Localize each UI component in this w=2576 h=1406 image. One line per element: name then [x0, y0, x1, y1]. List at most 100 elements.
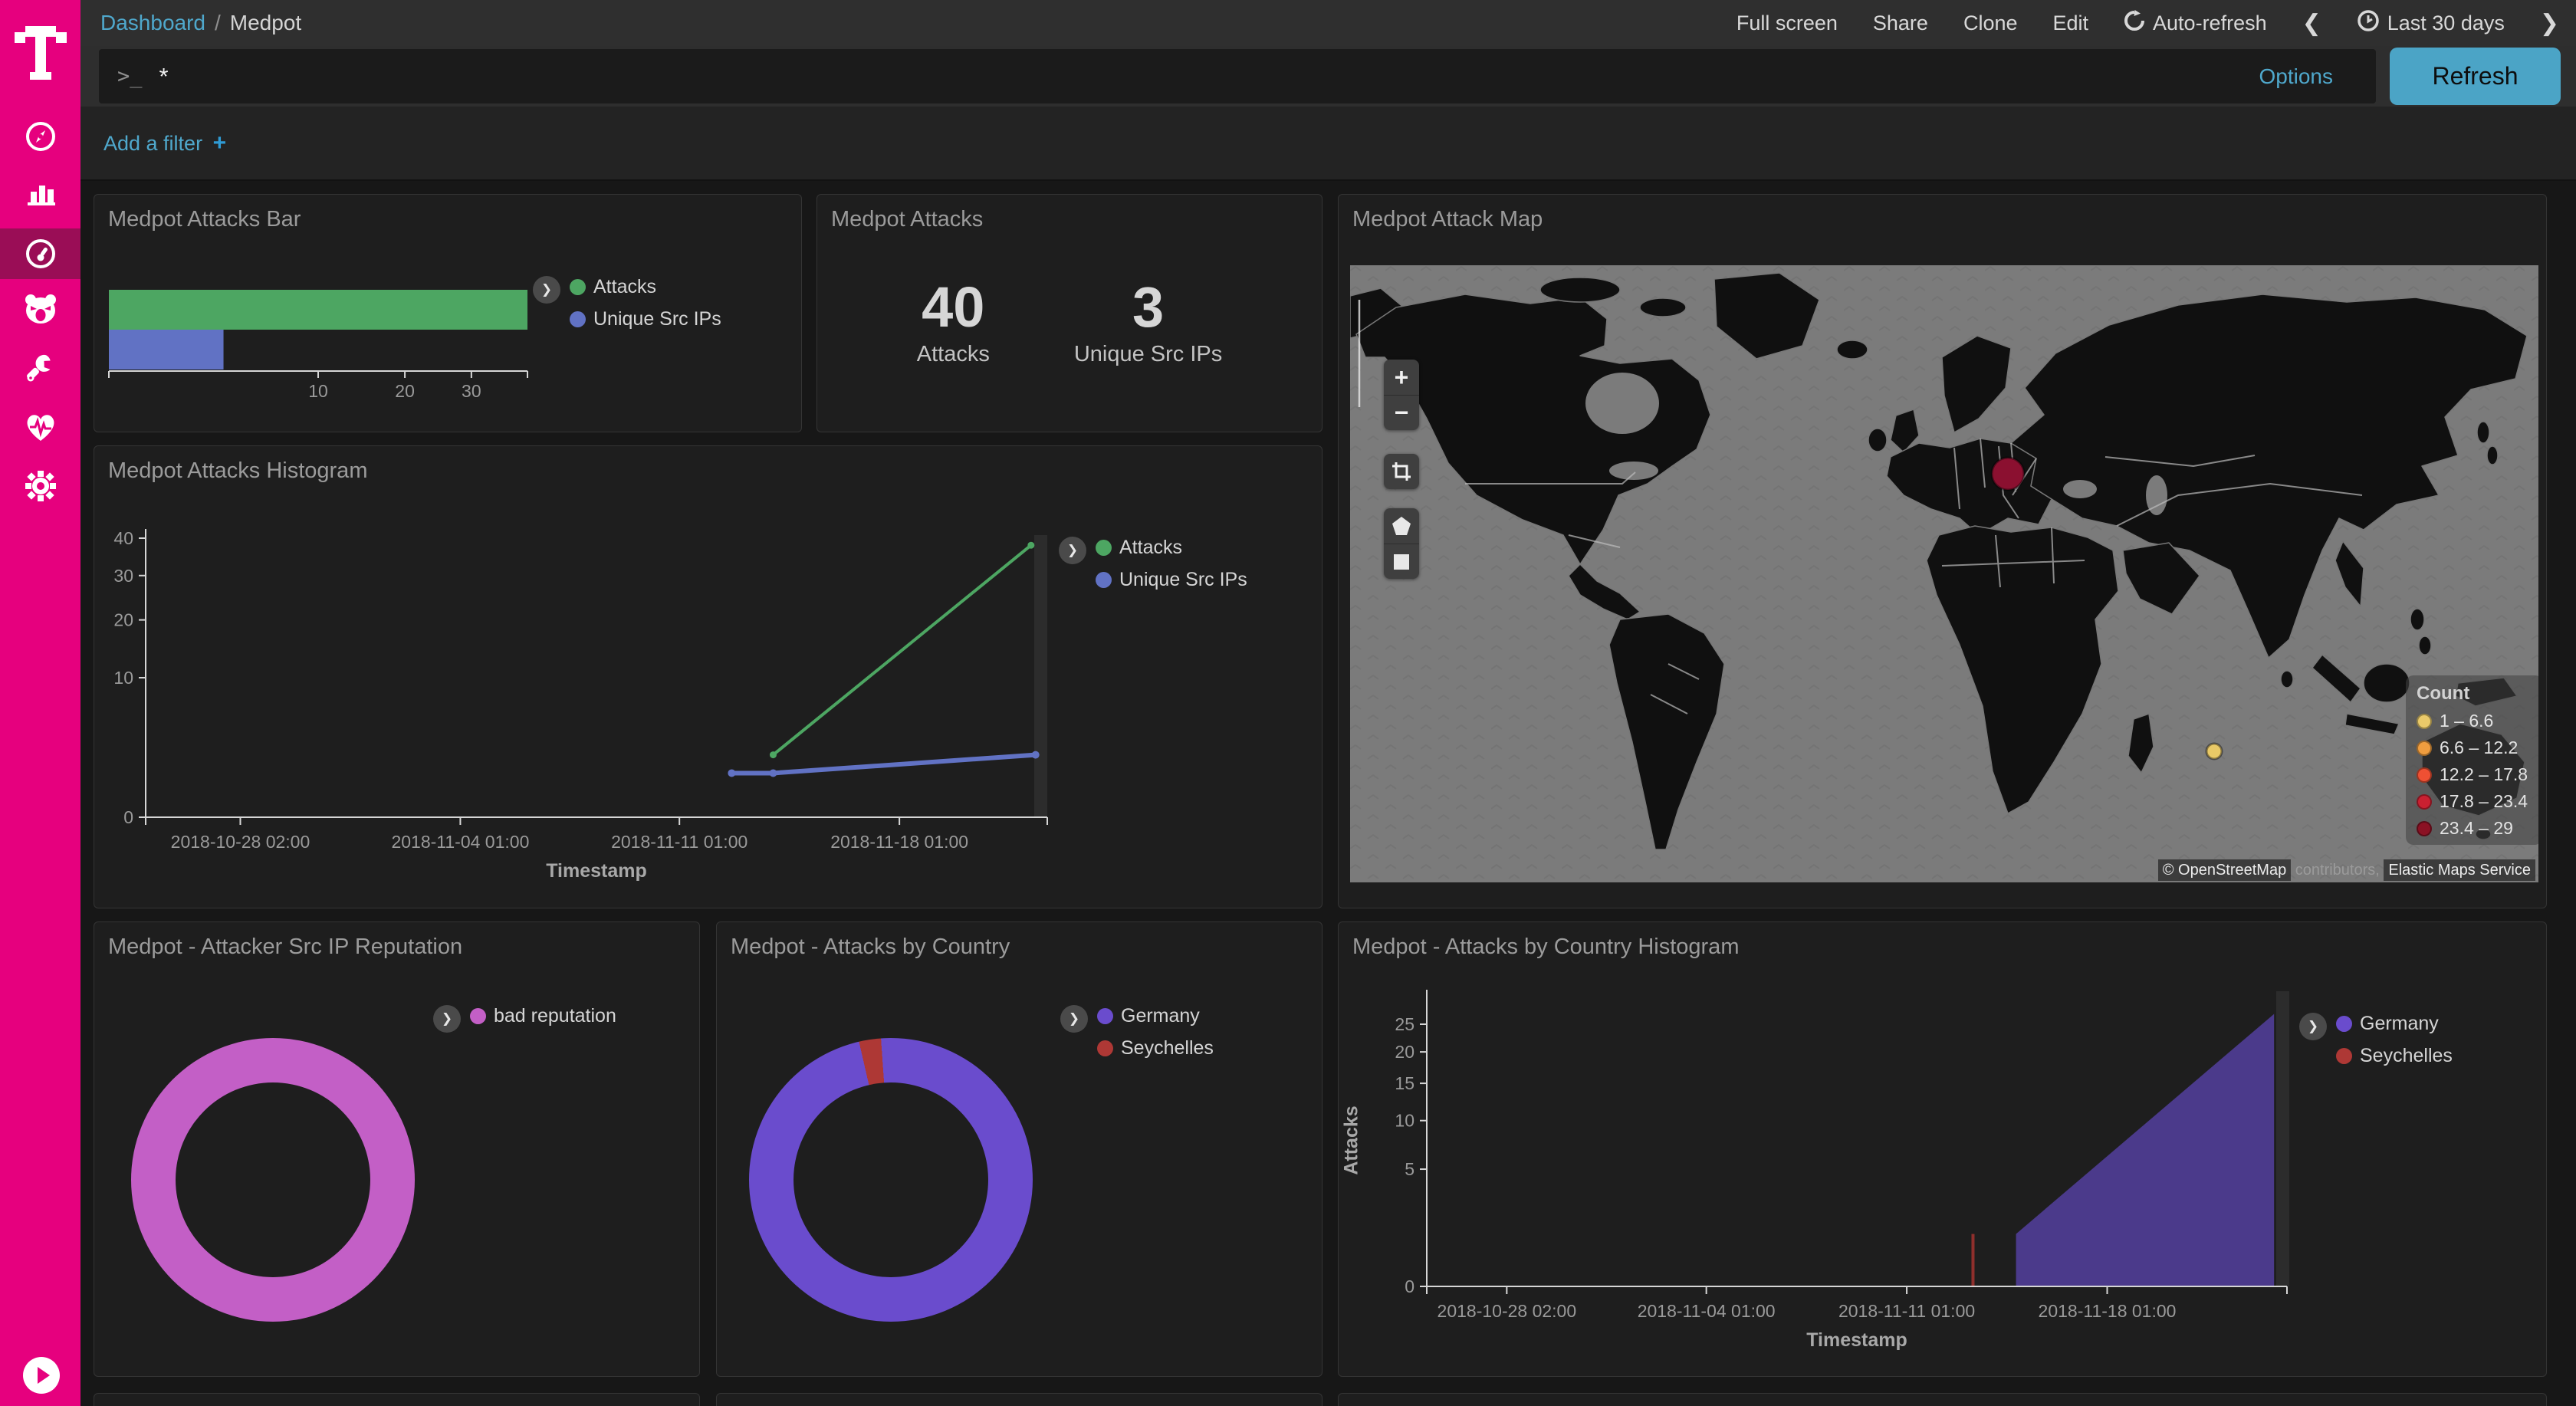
compass-icon	[25, 120, 57, 153]
options-link[interactable]: Options	[2259, 64, 2334, 89]
metric-unique-ips: 3 Unique Src IPs	[1074, 279, 1222, 367]
panel-country-histogram: Medpot - Attacks by Country Histogram At…	[1338, 921, 2547, 1377]
polygon-draw-icon[interactable]	[1384, 508, 1419, 544]
filter-bar: Add a filter +	[80, 107, 2576, 181]
sidebar-item-tpot[interactable]	[0, 284, 80, 333]
svg-text:20: 20	[1395, 1042, 1414, 1062]
query-prompt-icon: >_	[117, 64, 143, 88]
sidebar-expand-button[interactable]	[23, 1357, 60, 1394]
svg-text:Timestamp: Timestamp	[546, 860, 647, 882]
refresh-button[interactable]: Refresh	[2390, 48, 2561, 105]
legend-row: 1 – 6.6	[2417, 711, 2538, 731]
legend-row: 12.2 – 17.8	[2417, 764, 2538, 785]
svg-text:30: 30	[113, 566, 133, 586]
share-button[interactable]: Share	[1873, 11, 1928, 35]
legend-dot-attacks	[570, 279, 586, 295]
legend-item[interactable]: Seychelles	[2336, 1045, 2453, 1067]
legend-dot-attacks	[1096, 540, 1112, 556]
metric-label: Attacks	[917, 342, 990, 367]
sidebar-item-devtools[interactable]	[0, 343, 80, 393]
sidebar-item-monitoring[interactable]	[0, 402, 80, 452]
country-legend: ❯ Germany Seychelles	[1060, 1005, 1214, 1069]
sidebar-item-management[interactable]	[0, 462, 80, 511]
sidebar-item-visualize[interactable]	[0, 168, 80, 217]
add-filter-link[interactable]: Add a filter +	[104, 130, 226, 156]
crop-icon[interactable]	[1384, 454, 1419, 489]
legend-row: 6.6 – 12.2	[2417, 737, 2538, 758]
gauge-icon	[24, 237, 58, 271]
ems-attribution[interactable]: Elastic Maps Service	[2384, 859, 2535, 881]
metric-attacks: 40 Attacks	[917, 279, 990, 367]
query-text[interactable]: *	[159, 63, 2259, 90]
metric-group: 40 Attacks 3 Unique Src IPs	[817, 279, 1322, 367]
breadcrumb-dashboard[interactable]: Dashboard	[100, 11, 205, 35]
query-bar: >_ * Options Refresh	[80, 46, 2576, 107]
legend-toggle-icon[interactable]: ❯	[1060, 1005, 1088, 1033]
search-input[interactable]: >_ * Options	[99, 49, 2376, 103]
svg-text:5: 5	[1405, 1159, 1414, 1179]
legend-item[interactable]: Seychelles	[1097, 1037, 1214, 1059]
bucket-dot	[2417, 821, 2432, 836]
map-zoom-controls: + −	[1384, 360, 1419, 430]
bucket-dot	[2417, 714, 2432, 729]
partial-panel	[1338, 1393, 2547, 1406]
legend-item[interactable]: Attacks	[570, 276, 721, 298]
map-zoom-in-button[interactable]: +	[1384, 360, 1419, 395]
legend-toggle-icon[interactable]: ❯	[533, 276, 560, 304]
map-zoom-out-button[interactable]: −	[1384, 395, 1419, 430]
partial-panel	[716, 1393, 1322, 1406]
country-donut-chart[interactable]	[749, 1038, 1033, 1322]
svg-text:Timestamp: Timestamp	[1806, 1329, 1907, 1351]
area-chart[interactable]: 05101520252018-10-28 02:002018-11-04 01:…	[1339, 922, 2548, 1359]
legend-item[interactable]: bad reputation	[470, 1005, 616, 1027]
legend-dot-germany	[2336, 1016, 2352, 1032]
clock-icon	[2357, 9, 2380, 38]
breadcrumb: Dashboard / Medpot	[100, 11, 301, 35]
legend-toggle-icon[interactable]: ❯	[2299, 1013, 2327, 1040]
sidebar-item-dashboard[interactable]	[0, 228, 80, 279]
legend-item[interactable]: Germany	[2336, 1013, 2453, 1035]
add-filter-label: Add a filter	[104, 132, 202, 155]
legend-toggle-icon[interactable]: ❯	[433, 1005, 461, 1033]
legend-toggle-icon[interactable]: ❯	[1059, 537, 1086, 564]
legend-row: 17.8 – 23.4	[2417, 791, 2538, 812]
sidebar-item-discover[interactable]	[0, 112, 80, 161]
svg-text:30: 30	[462, 381, 481, 401]
panel-attacks-metric: Medpot Attacks 40 Attacks 3 Unique Src I…	[816, 194, 1322, 432]
play-icon	[38, 1367, 50, 1384]
svg-text:40: 40	[113, 528, 133, 548]
count-legend-title: Count	[2417, 683, 2538, 705]
legend-item[interactable]: Germany	[1097, 1005, 1214, 1027]
time-forward-button[interactable]: ❯	[2540, 10, 2559, 37]
sidebar	[0, 0, 80, 1406]
breadcrumb-current: Medpot	[230, 11, 301, 35]
donut-hole	[794, 1082, 988, 1277]
svg-text:2018-11-04 01:00: 2018-11-04 01:00	[1638, 1301, 1776, 1321]
rectangle-draw-icon[interactable]	[1384, 544, 1419, 579]
panel-title: Medpot - Attacker Src IP Reputation	[108, 935, 462, 960]
panel-attacks-histogram: Medpot Attacks Histogram 0102030402018-1…	[94, 445, 1322, 908]
metric-label: Unique Src IPs	[1074, 342, 1222, 367]
legend-item[interactable]: Unique Src IPs	[1096, 569, 1247, 591]
legend-item[interactable]: Attacks	[1096, 537, 1247, 559]
bar-chart-icon	[25, 176, 57, 209]
world-map[interactable]: + −	[1350, 265, 2538, 882]
clone-button[interactable]: Clone	[1963, 11, 2018, 35]
metric-value: 40	[917, 279, 990, 336]
panel-title: Medpot Attack Map	[1352, 207, 1543, 232]
telekom-logo	[0, 17, 80, 90]
svg-text:2018-11-11 01:00: 2018-11-11 01:00	[1838, 1301, 1975, 1321]
autorefresh-button[interactable]: Auto-refresh	[2124, 10, 2267, 37]
legend-item[interactable]: Unique Src IPs	[570, 308, 721, 330]
reputation-donut-chart[interactable]	[131, 1038, 415, 1322]
edit-button[interactable]: Edit	[2053, 11, 2089, 35]
legend-dot-seychelles	[2336, 1048, 2352, 1064]
panel-title: Medpot - Attacks by Country	[731, 935, 1010, 960]
line-chart[interactable]: 0102030402018-10-28 02:002018-11-04 01:0…	[94, 446, 1323, 891]
time-back-button[interactable]: ❮	[2302, 10, 2321, 37]
time-range-button[interactable]: Last 30 days	[2357, 9, 2505, 38]
osm-attribution[interactable]: © OpenStreetMap	[2158, 859, 2291, 881]
fullscreen-button[interactable]: Full screen	[1737, 11, 1838, 35]
time-range-label: Last 30 days	[2387, 11, 2505, 35]
line-chart-legend: ❯ Attacks Unique Src IPs	[1059, 537, 1247, 601]
